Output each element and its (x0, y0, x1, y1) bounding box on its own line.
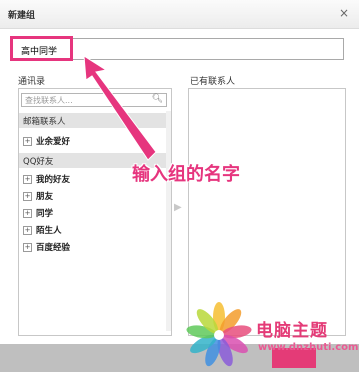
watermark-title: 电脑主题 (256, 321, 328, 341)
annotation-text: 输入组的名字 (132, 164, 240, 185)
flower-logo-icon (186, 302, 252, 367)
watermark-url: www.dnzhuti.com (258, 342, 359, 353)
